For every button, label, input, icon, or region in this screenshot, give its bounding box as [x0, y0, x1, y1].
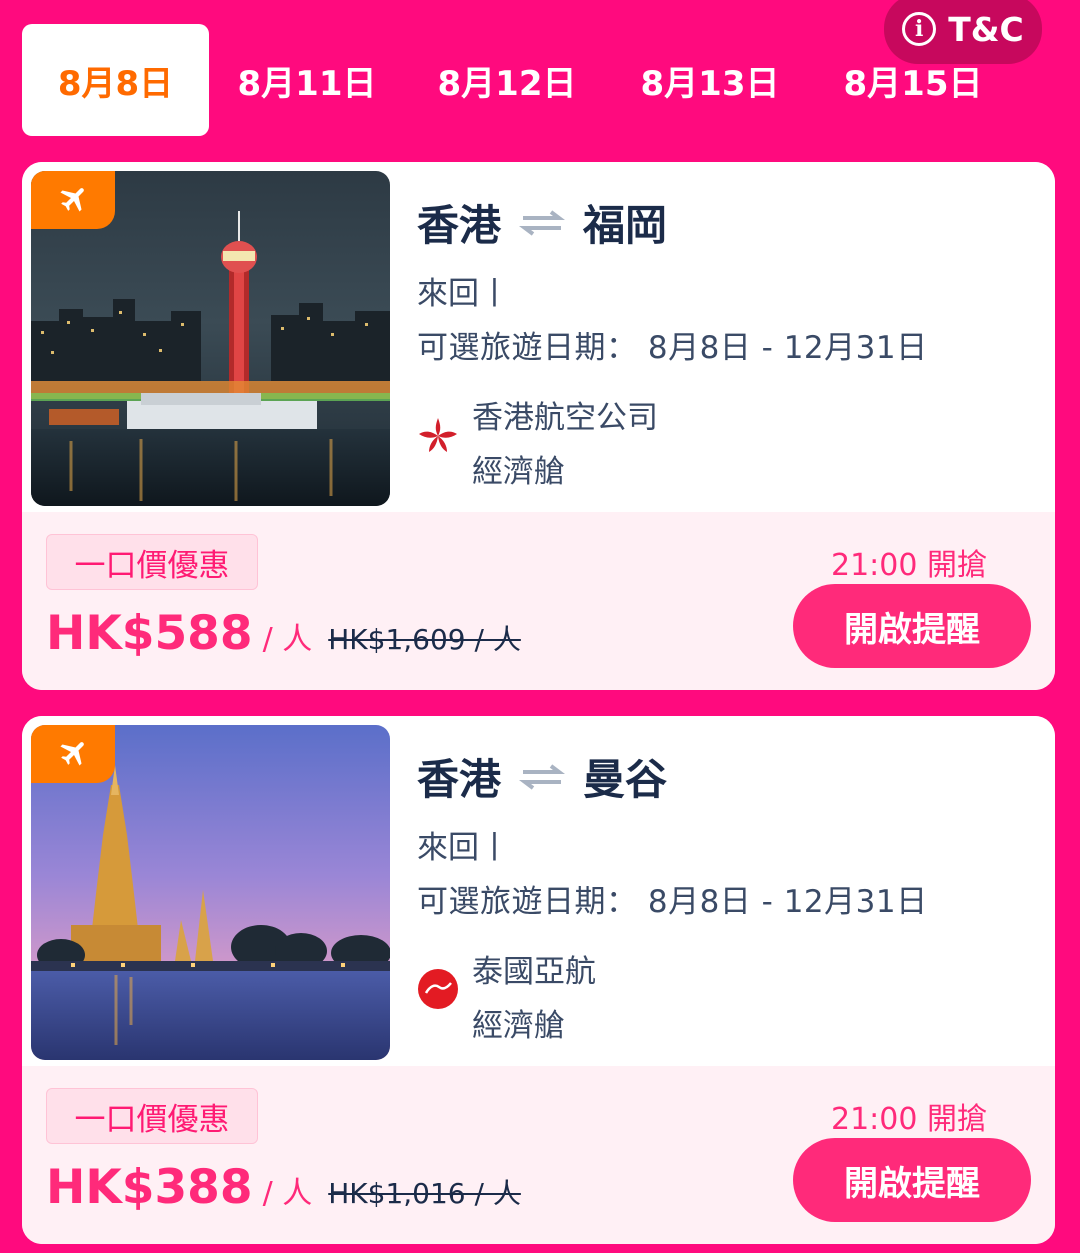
tab-date-1[interactable]: 8月8日	[22, 24, 209, 136]
deal-price: HK$388	[46, 1160, 253, 1215]
deal-card-footer: 一口價優惠 HK$388 / 人 HK$1,016 / 人 21:00 開搶 開…	[22, 1066, 1055, 1244]
deal-badge: 一口價優惠	[46, 534, 258, 590]
route-title: 香港 福岡	[417, 192, 667, 253]
deal-price: HK$588	[46, 606, 253, 661]
price-unit: / 人	[262, 622, 313, 657]
tab-date-5[interactable]: 8月15日	[818, 24, 1008, 136]
set-reminder-button[interactable]: 開啟提醒	[793, 584, 1031, 668]
original-price: HK$1,609 / 人	[328, 623, 521, 656]
airline-name: 泰國亞航	[472, 954, 596, 990]
price-unit: / 人	[262, 1176, 313, 1211]
airline-name: 香港航空公司	[472, 400, 658, 436]
plane-icon	[60, 742, 84, 766]
airline-logo-icon	[419, 418, 457, 452]
round-trip-arrows-icon	[519, 763, 566, 790]
price-row: HK$388 / 人 HK$1,016 / 人	[46, 1160, 521, 1215]
deal-card-top: 香港 福岡 來回丨 可選旅遊日期： 8月8日 - 12月31日 香港航空公司 經…	[22, 162, 1055, 512]
origin-city: 香港	[417, 201, 502, 250]
date-tabs: 8月8日 8月11日 8月12日 8月13日 8月15日	[22, 24, 1080, 136]
airline-logo-icon	[418, 969, 458, 1009]
flight-badge	[31, 171, 115, 229]
destination-photo	[31, 725, 390, 1060]
original-price: HK$1,016 / 人	[328, 1177, 521, 1210]
flight-badge	[31, 725, 115, 783]
tab-date-2[interactable]: 8月11日	[212, 24, 402, 136]
cabin-class: 經濟艙	[472, 1008, 565, 1044]
trip-type: 來回丨	[417, 276, 510, 312]
travel-dates: 可選旅遊日期： 8月8日 - 12月31日	[417, 330, 928, 366]
sale-start-time: 21:00 開搶	[831, 1102, 987, 1137]
deal-card-footer: 一口價優惠 HK$588 / 人 HK$1,609 / 人 21:00 開搶 開…	[22, 512, 1055, 690]
destination-city: 福岡	[583, 201, 668, 250]
tab-date-3[interactable]: 8月12日	[412, 24, 602, 136]
destination-city: 曼谷	[583, 755, 668, 804]
travel-dates: 可選旅遊日期： 8月8日 - 12月31日	[417, 884, 928, 920]
price-row: HK$588 / 人 HK$1,609 / 人	[46, 606, 521, 661]
deal-card[interactable]: 香港 福岡 來回丨 可選旅遊日期： 8月8日 - 12月31日 香港航空公司 經…	[22, 162, 1055, 690]
destination-photo	[31, 171, 390, 506]
route-title: 香港 曼谷	[417, 746, 667, 807]
deal-badge: 一口價優惠	[46, 1088, 258, 1144]
deal-card-top: 香港 曼谷 來回丨 可選旅遊日期： 8月8日 - 12月31日 泰國亞航 經濟艙	[22, 716, 1055, 1066]
set-reminder-button[interactable]: 開啟提醒	[793, 1138, 1031, 1222]
deal-card[interactable]: 香港 曼谷 來回丨 可選旅遊日期： 8月8日 - 12月31日 泰國亞航 經濟艙…	[22, 716, 1055, 1244]
round-trip-arrows-icon	[519, 209, 566, 236]
tab-date-4[interactable]: 8月13日	[615, 24, 805, 136]
sale-start-time: 21:00 開搶	[831, 548, 987, 583]
trip-type: 來回丨	[417, 830, 510, 866]
plane-icon	[60, 188, 84, 212]
origin-city: 香港	[417, 755, 502, 804]
cabin-class: 經濟艙	[472, 454, 565, 490]
